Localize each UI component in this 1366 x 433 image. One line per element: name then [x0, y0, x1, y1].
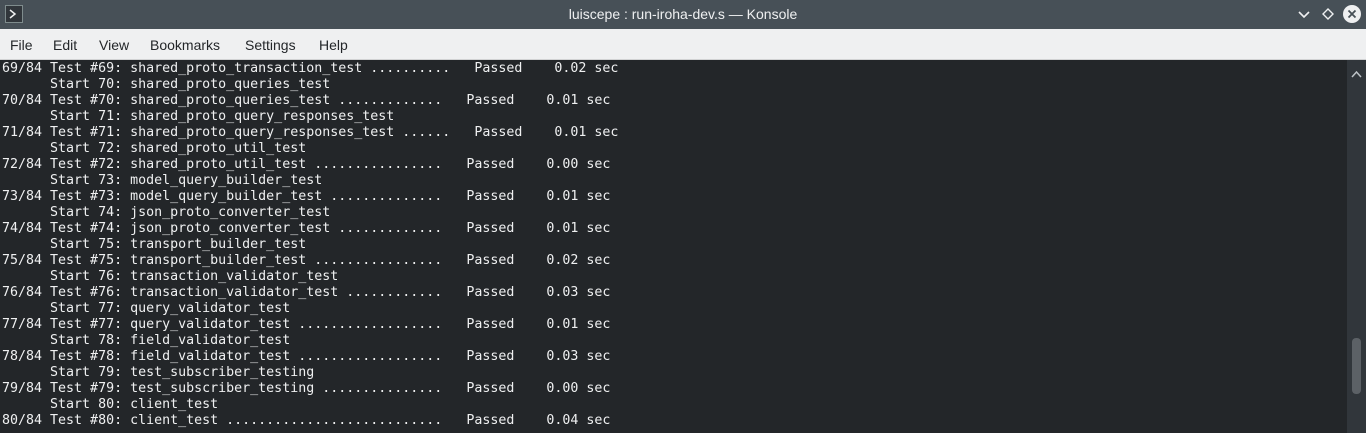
menu-view[interactable]: View	[99, 37, 129, 53]
terminal-line: Start 72: shared_proto_util_test	[2, 141, 307, 156]
terminal-line: 77/84 Test #77: query_validator_test ...…	[2, 317, 611, 332]
window-title: luiscepe : run-iroha-dev.s — Konsole	[568, 6, 798, 22]
title-bar[interactable]: luiscepe : run-iroha-dev.s — Konsole	[0, 0, 1366, 29]
menu-settings[interactable]: Settings	[245, 37, 296, 53]
terminal-line: Start 70: shared_proto_queries_test	[2, 77, 331, 92]
terminal-line: 76/84 Test #76: transaction_validator_te…	[2, 285, 611, 300]
terminal-line: 72/84 Test #72: shared_proto_util_test .…	[2, 157, 611, 172]
menu-help[interactable]: Help	[319, 37, 348, 53]
terminal-line: 73/84 Test #73: model_query_builder_test…	[2, 189, 611, 204]
terminal-line: 75/84 Test #75: transport_builder_test .…	[2, 253, 611, 268]
terminal-line: Start 76: transaction_validator_test	[2, 269, 339, 284]
minimize-icon[interactable]	[1294, 4, 1314, 24]
menu-file[interactable]: File	[10, 37, 33, 53]
terminal-line: 69/84 Test #69: shared_proto_transaction…	[2, 61, 619, 76]
terminal-line: 80/84 Test #80: client_test ............…	[2, 413, 611, 428]
terminal-line: Start 77: query_validator_test	[2, 301, 291, 316]
vertical-scrollbar[interactable]	[1347, 60, 1366, 433]
terminal-line: 70/84 Test #70: shared_proto_queries_tes…	[2, 93, 611, 108]
terminal-line: Start 74: json_proto_converter_test	[2, 205, 331, 220]
terminal-line: Start 79: test_subscriber_testing	[2, 365, 315, 380]
terminal-line: Start 78: field_validator_test	[2, 333, 291, 348]
terminal-line: Start 80: client_test	[2, 397, 219, 412]
scroll-up-arrow-icon[interactable]	[1351, 65, 1362, 83]
menu-bar: File Edit View Bookmarks Settings Help	[0, 29, 1366, 60]
terminal-line: Start 73: model_query_builder_test	[2, 173, 323, 188]
menu-bookmarks[interactable]: Bookmarks	[150, 37, 220, 53]
menu-edit[interactable]: Edit	[53, 37, 77, 53]
close-icon[interactable]	[1342, 4, 1362, 24]
scrollbar-thumb[interactable]	[1352, 337, 1361, 394]
terminal-line: 71/84 Test #71: shared_proto_query_respo…	[2, 125, 619, 140]
maximize-icon[interactable]	[1318, 4, 1338, 24]
terminal-line: 79/84 Test #79: test_subscriber_testing …	[2, 381, 611, 396]
terminal-line: Start 75: transport_builder_test	[2, 237, 307, 252]
terminal-output[interactable]: 69/84 Test #69: shared_proto_transaction…	[0, 60, 1347, 433]
terminal-line: 74/84 Test #74: json_proto_converter_tes…	[2, 221, 611, 236]
terminal-line: Start 71: shared_proto_query_responses_t…	[2, 109, 395, 124]
terminal-line: 78/84 Test #78: field_validator_test ...…	[2, 349, 611, 364]
